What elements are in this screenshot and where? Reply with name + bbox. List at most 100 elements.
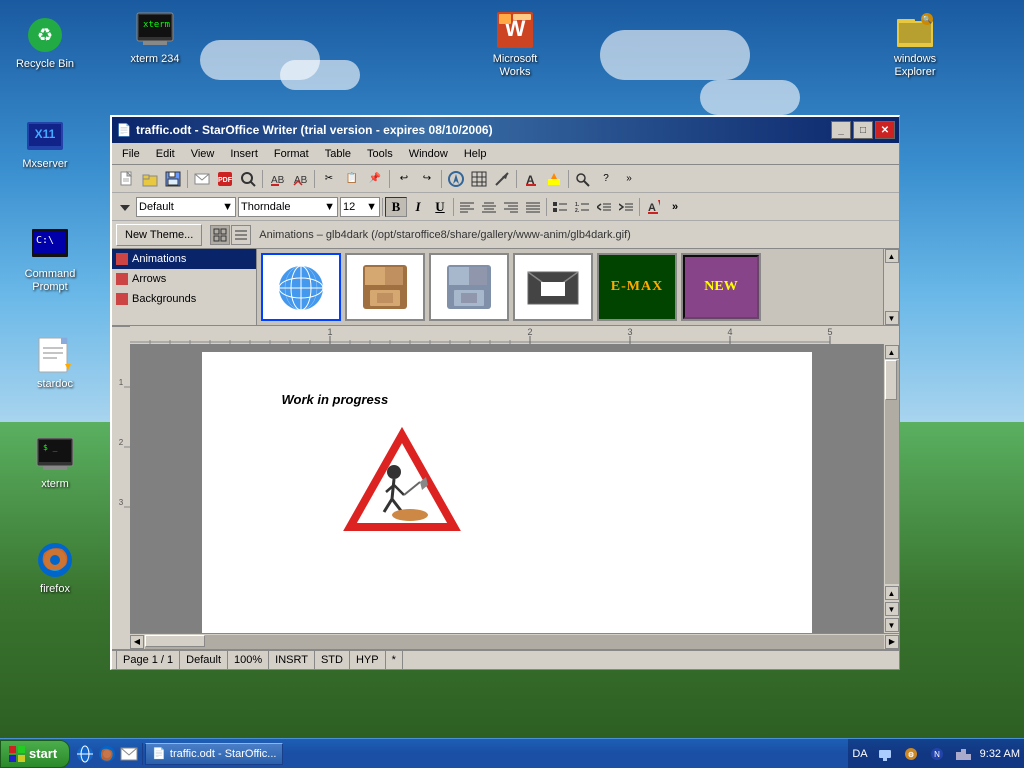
- scroll-up-button[interactable]: ▲: [885, 345, 899, 359]
- bold-button[interactable]: B: [385, 197, 407, 217]
- cmd-icon[interactable]: C:\ Command Prompt: [15, 225, 85, 294]
- draw-button[interactable]: [491, 168, 513, 190]
- justify-button[interactable]: [522, 197, 544, 217]
- fontcolor2-button[interactable]: A: [642, 197, 664, 217]
- spellcheck-button[interactable]: ABC: [266, 168, 288, 190]
- more-toolbar-button[interactable]: »: [618, 168, 640, 190]
- highlight-button[interactable]: [543, 168, 565, 190]
- style-arrow[interactable]: [114, 196, 136, 218]
- underline-button[interactable]: U: [429, 197, 451, 217]
- thumb-disk2[interactable]: [429, 253, 509, 321]
- fontcolor-button[interactable]: A: [520, 168, 542, 190]
- gallery-category-arrows[interactable]: Arrows: [112, 269, 256, 289]
- copy-button[interactable]: 📋: [341, 168, 363, 190]
- tray-icon-3[interactable]: N: [926, 743, 948, 765]
- menu-insert[interactable]: Insert: [222, 144, 266, 164]
- gallery-category-animations[interactable]: Animations: [112, 249, 256, 269]
- scroll-prev-button[interactable]: ▲: [885, 586, 899, 600]
- redo-button[interactable]: ↪: [416, 168, 438, 190]
- gallery-view-list[interactable]: [231, 225, 251, 245]
- menu-table[interactable]: Table: [317, 144, 359, 164]
- italic-button[interactable]: I: [407, 197, 429, 217]
- tray-icon-2[interactable]: ⚙: [900, 743, 922, 765]
- quicklaunch-mail[interactable]: [118, 743, 140, 765]
- mxserver-icon[interactable]: X11 Mxserver: [10, 115, 80, 171]
- indent-button[interactable]: [615, 197, 637, 217]
- cut-button[interactable]: ✂: [318, 168, 340, 190]
- undo-button[interactable]: ↩: [393, 168, 415, 190]
- svg-text:5: 5: [827, 327, 832, 337]
- hscroll-thumb[interactable]: [145, 635, 205, 647]
- taskbar-window-button[interactable]: 📄 traffic.odt - StarOffic...: [145, 743, 283, 765]
- thumb-emax[interactable]: E-MAX: [597, 253, 677, 321]
- pdf-button[interactable]: PDF: [214, 168, 236, 190]
- thumb-globe[interactable]: [261, 253, 341, 321]
- email-button[interactable]: [191, 168, 213, 190]
- align-right-button[interactable]: [500, 197, 522, 217]
- recycle-bin-icon[interactable]: ♻ Recycle Bin: [10, 15, 80, 71]
- more-format-button[interactable]: »: [664, 197, 686, 217]
- status-bar: Page 1 / 1 Default 100% INSRT STD HYP *: [112, 649, 899, 669]
- menu-format[interactable]: Format: [266, 144, 317, 164]
- tray-icon-1[interactable]: [874, 743, 896, 765]
- quicklaunch-ie[interactable]: [74, 743, 96, 765]
- tray-icon-network[interactable]: [952, 743, 974, 765]
- thumb-new[interactable]: NEW: [681, 253, 761, 321]
- menu-window[interactable]: Window: [401, 144, 456, 164]
- xterm234-icon[interactable]: xterm xterm 234: [120, 10, 190, 66]
- scroll-next-button[interactable]: ▼: [885, 602, 899, 616]
- save-button[interactable]: [162, 168, 184, 190]
- cloud: [600, 30, 750, 80]
- hscroll-left-button[interactable]: ◀: [130, 635, 144, 649]
- find-button[interactable]: [237, 168, 259, 190]
- find2-button[interactable]: [572, 168, 594, 190]
- autocorrect-button[interactable]: ABC: [289, 168, 311, 190]
- msworks-icon[interactable]: W Microsoft Works: [480, 10, 550, 79]
- vertical-ruler: 1 2 3: [112, 326, 130, 649]
- menu-file[interactable]: File: [114, 144, 148, 164]
- xterm-image: $ _: [35, 435, 75, 475]
- font-dropdown[interactable]: Thorndale ▼: [238, 197, 338, 217]
- table-button[interactable]: [468, 168, 490, 190]
- new-button[interactable]: [116, 168, 138, 190]
- maximize-button[interactable]: □: [853, 121, 873, 139]
- gallery-scroll-up[interactable]: ▲: [885, 249, 899, 263]
- scroll-thumb[interactable]: [885, 360, 897, 400]
- navigator-button[interactable]: [445, 168, 467, 190]
- new-theme-button[interactable]: New Theme...: [116, 224, 202, 246]
- insert-mode[interactable]: INSRT: [269, 651, 315, 669]
- menu-tools[interactable]: Tools: [359, 144, 401, 164]
- gallery-category-backgrounds[interactable]: Backgrounds: [112, 289, 256, 309]
- thumb-disk1[interactable]: [345, 253, 425, 321]
- menu-view[interactable]: View: [183, 144, 223, 164]
- scroll-track[interactable]: [885, 360, 899, 584]
- stardoc-icon[interactable]: stardoc: [20, 335, 90, 391]
- start-button[interactable]: start: [0, 740, 70, 768]
- std-info: STD: [315, 651, 350, 669]
- menu-edit[interactable]: Edit: [148, 144, 183, 164]
- minimize-button[interactable]: _: [831, 121, 851, 139]
- close-button[interactable]: ✕: [875, 121, 895, 139]
- windows-explorer-icon[interactable]: 🔍 windows Explorer: [880, 10, 950, 79]
- open-button[interactable]: [139, 168, 161, 190]
- style-dropdown[interactable]: Default ▼: [136, 197, 236, 217]
- document-content[interactable]: Work in progress: [130, 344, 883, 633]
- gallery-scroll-down[interactable]: ▼: [885, 311, 899, 325]
- thumb-envelope[interactable]: [513, 253, 593, 321]
- firefox-icon[interactable]: firefox: [20, 540, 90, 596]
- size-dropdown[interactable]: 12 ▼: [340, 197, 380, 217]
- align-left-button[interactable]: [456, 197, 478, 217]
- quicklaunch-browser[interactable]: [96, 743, 118, 765]
- align-center-button[interactable]: [478, 197, 500, 217]
- xterm-icon[interactable]: $ _ xterm: [20, 435, 90, 491]
- hscroll-right-button[interactable]: ▶: [885, 635, 899, 649]
- hscroll-track[interactable]: [145, 635, 884, 649]
- menu-help[interactable]: Help: [456, 144, 495, 164]
- gallery-view-grid[interactable]: [210, 225, 230, 245]
- numberedlist-button[interactable]: 1.2.: [571, 197, 593, 217]
- scroll-end-button[interactable]: ▼: [885, 618, 899, 632]
- paste-button[interactable]: 📌: [364, 168, 386, 190]
- list-button[interactable]: [549, 197, 571, 217]
- outdent-button[interactable]: [593, 197, 615, 217]
- help-button[interactable]: ?: [595, 168, 617, 190]
